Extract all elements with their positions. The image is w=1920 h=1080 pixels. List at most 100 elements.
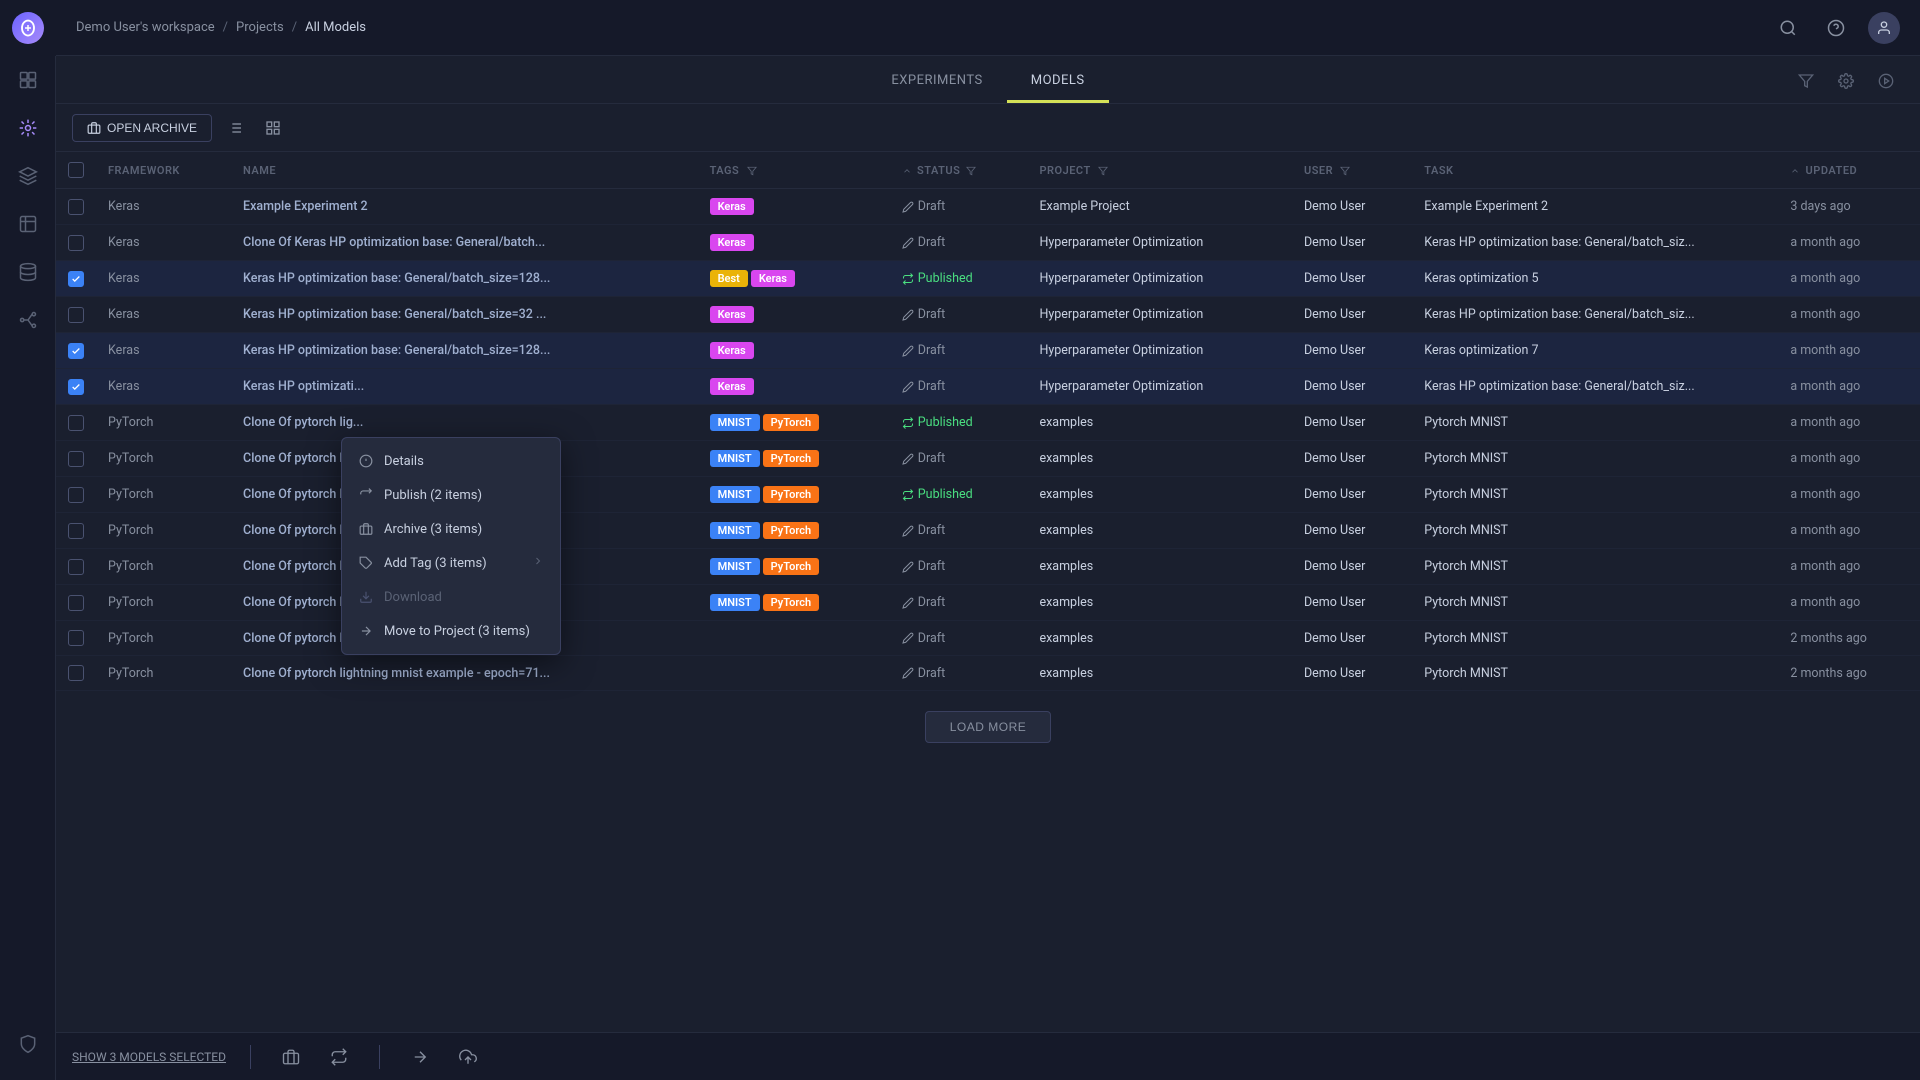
cell-task: Keras optimization 5	[1412, 261, 1778, 297]
row-checkbox[interactable]	[68, 271, 84, 287]
tag-mnist: MNIST	[710, 486, 760, 503]
cell-updated: a month ago	[1778, 225, 1920, 261]
play-icon[interactable]	[1872, 67, 1900, 95]
table-container: FRAMEWORK NAME TAGS STATUS	[56, 152, 1920, 1032]
cell-name[interactable]: Keras HP optimization base: General/batc…	[231, 261, 698, 297]
filter-icon[interactable]	[1792, 67, 1820, 95]
table-row: KerasExample Experiment 2Keras DraftExam…	[56, 189, 1920, 225]
move-icon	[358, 623, 374, 639]
sidebar-item-layers[interactable]	[0, 152, 56, 200]
cell-name[interactable]: Clone Of Keras HP optimization base: Gen…	[231, 225, 698, 261]
menu-item-label: Publish (2 items)	[384, 488, 482, 503]
row-checkbox[interactable]	[68, 451, 84, 467]
table-row: KerasKeras HP optimizati...Keras DraftHy…	[56, 369, 1920, 405]
cell-project: Hyperparameter Optimization	[1027, 333, 1292, 369]
list-view-button[interactable]	[220, 113, 250, 143]
cell-name[interactable]: Clone Of pytorch lig...	[231, 405, 698, 441]
cell-user: Demo User	[1292, 225, 1412, 261]
cell-tags: MNISTPyTorch	[698, 585, 890, 621]
row-checkbox[interactable]	[68, 415, 84, 431]
bottom-move-icon[interactable]	[404, 1041, 436, 1073]
row-checkbox[interactable]	[68, 630, 84, 646]
cell-status: Draft	[890, 297, 1028, 333]
sidebar-item-experiments[interactable]	[0, 200, 56, 248]
table-row: PyTorchClone Of pytorch lightning mnist …	[56, 549, 1920, 585]
row-checkbox[interactable]	[68, 379, 84, 395]
toolbar: OPEN ARCHIVE	[56, 104, 1920, 152]
cell-project: Hyperparameter Optimization	[1027, 261, 1292, 297]
bottom-upload-icon[interactable]	[452, 1041, 484, 1073]
settings-icon[interactable]	[1832, 67, 1860, 95]
bottom-archive-icon[interactable]	[275, 1041, 307, 1073]
sidebar-item-settings[interactable]	[0, 1020, 56, 1068]
sidebar-item-dashboard[interactable]	[0, 56, 56, 104]
cell-name[interactable]: Example Experiment 2	[231, 189, 698, 225]
breadcrumb-workspace[interactable]: Demo User's workspace	[76, 20, 215, 35]
row-checkbox[interactable]	[68, 595, 84, 611]
cell-updated: a month ago	[1778, 369, 1920, 405]
cell-name[interactable]: Clone Of pytorch lightning mnist example…	[231, 656, 698, 691]
row-checkbox[interactable]	[68, 235, 84, 251]
cell-user: Demo User	[1292, 261, 1412, 297]
cell-updated: 2 months ago	[1778, 656, 1920, 691]
table-row: PyTorchClone Of pytorch lightning mnist …	[56, 656, 1920, 691]
search-icon[interactable]	[1772, 12, 1804, 44]
sidebar-item-data[interactable]	[0, 248, 56, 296]
cell-status: Draft	[890, 513, 1028, 549]
cell-name[interactable]: Keras HP optimization base: General/batc…	[231, 333, 698, 369]
cell-user: Demo User	[1292, 441, 1412, 477]
row-checkbox[interactable]	[68, 559, 84, 575]
row-checkbox[interactable]	[68, 307, 84, 323]
download-icon	[358, 589, 374, 605]
logo[interactable]	[0, 0, 56, 56]
select-all-checkbox[interactable]	[68, 162, 84, 178]
cell-status: Published	[890, 477, 1028, 513]
menu-item-archive[interactable]: Archive (3 items)	[342, 512, 560, 546]
cell-tags: MNISTPyTorch	[698, 477, 890, 513]
table-row: PyTorchClone Of pytorch lightning mnist …	[56, 585, 1920, 621]
sidebar-item-pipelines[interactable]	[0, 296, 56, 344]
cell-tags: MNISTPyTorch	[698, 441, 890, 477]
grid-view-button[interactable]	[258, 113, 288, 143]
tag-pytorch: PyTorch	[763, 594, 819, 611]
open-archive-button[interactable]: OPEN ARCHIVE	[72, 114, 212, 142]
cell-user: Demo User	[1292, 477, 1412, 513]
cell-user: Demo User	[1292, 621, 1412, 656]
col-project: PROJECT	[1027, 152, 1292, 189]
cell-updated: a month ago	[1778, 297, 1920, 333]
breadcrumb-projects[interactable]: Projects	[236, 20, 284, 35]
cell-tags: BestKeras	[698, 261, 890, 297]
tab-experiments[interactable]: EXPERIMENTS	[867, 61, 1006, 103]
cell-name[interactable]: Keras HP optimization base: General/batc…	[231, 297, 698, 333]
context-menu: Details Publish (2 items) Archive (3 items…	[341, 437, 561, 655]
row-checkbox[interactable]	[68, 343, 84, 359]
bottom-bar: SHOW 3 MODELS SELECTED	[56, 1032, 1920, 1080]
row-checkbox[interactable]	[68, 199, 84, 215]
menu-item-move[interactable]: Move to Project (3 items)	[342, 614, 560, 648]
menu-item-label: Details	[384, 454, 424, 469]
cell-project: Hyperparameter Optimization	[1027, 297, 1292, 333]
cell-task: Example Experiment 2	[1412, 189, 1778, 225]
load-more-button[interactable]: LOAD MORE	[925, 711, 1052, 743]
sidebar-item-models[interactable]	[0, 104, 56, 152]
cell-framework: PyTorch	[96, 621, 231, 656]
tab-models[interactable]: MODELS	[1007, 61, 1109, 103]
bottom-publish-icon[interactable]	[323, 1041, 355, 1073]
show-selected-link[interactable]: SHOW 3 MODELS SELECTED	[72, 1050, 226, 1064]
row-checkbox[interactable]	[68, 487, 84, 503]
cell-tags: Keras	[698, 297, 890, 333]
row-checkbox[interactable]	[68, 523, 84, 539]
menu-item-label: Download	[384, 590, 442, 605]
cell-name[interactable]: Keras HP optimizati...	[231, 369, 698, 405]
menu-item-add-tag[interactable]: Add Tag (3 items)	[342, 546, 560, 580]
cell-status: Published	[890, 405, 1028, 441]
avatar[interactable]	[1868, 12, 1900, 44]
help-icon[interactable]	[1820, 12, 1852, 44]
cell-tags	[698, 656, 890, 691]
tabbar-controls	[1792, 67, 1900, 95]
row-checkbox[interactable]	[68, 665, 84, 681]
menu-item-publish[interactable]: Publish (2 items)	[342, 478, 560, 512]
menu-item-details[interactable]: Details	[342, 444, 560, 478]
cell-tags: MNISTPyTorch	[698, 549, 890, 585]
table-row: KerasKeras HP optimization base: General…	[56, 333, 1920, 369]
